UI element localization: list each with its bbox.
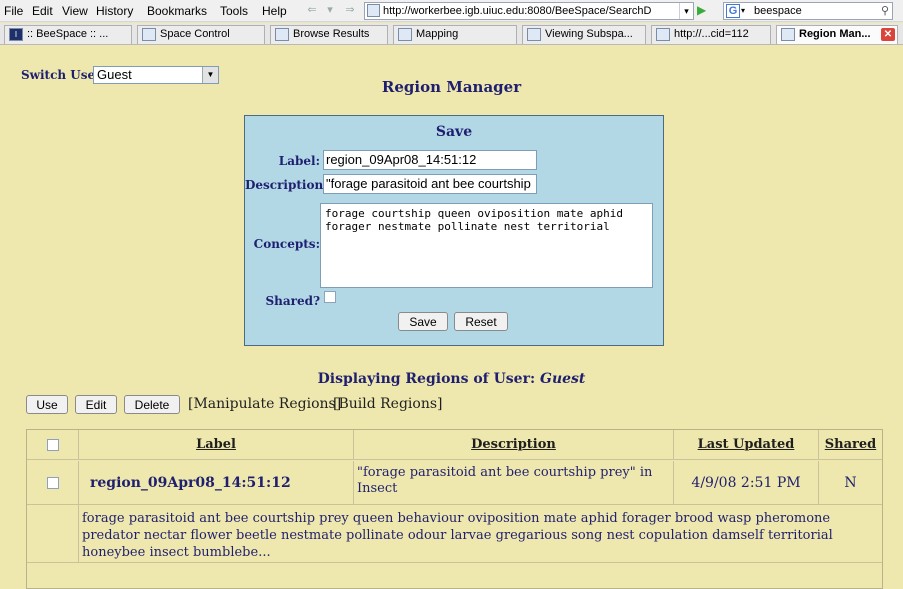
- header-label[interactable]: Label: [79, 430, 354, 460]
- regions-heading-text: Displaying Regions of User:: [317, 371, 536, 387]
- menu-help[interactable]: Help: [262, 4, 287, 18]
- menu-view[interactable]: View: [62, 4, 88, 18]
- search-input[interactable]: beespace: [754, 3, 802, 19]
- concepts-row-spacer: [27, 505, 79, 563]
- tab-space-control[interactable]: Space Control: [137, 25, 265, 44]
- delete-button[interactable]: Delete: [124, 395, 180, 414]
- close-tab-icon[interactable]: ✕: [881, 28, 895, 41]
- header-last-updated[interactable]: Last Updated: [674, 430, 819, 460]
- page-content: Switch User: Guest ▼ Region Manager Save…: [0, 46, 903, 589]
- browser-menubar: File Edit View History Bookmarks Tools H…: [0, 0, 903, 22]
- tab-label: Space Control: [160, 28, 230, 40]
- tab-cid[interactable]: http://...cid=112: [651, 25, 771, 44]
- page-favicon-icon: [367, 4, 380, 17]
- tab-label: Mapping: [416, 28, 459, 40]
- shared-field-label: Shared?: [265, 294, 320, 308]
- regions-user-name: Guest: [540, 371, 586, 387]
- google-icon[interactable]: G: [726, 4, 740, 18]
- edit-button[interactable]: Edit: [75, 395, 117, 414]
- page-title: Region Manager: [381, 78, 522, 96]
- build-regions-link[interactable]: [Build Regions]: [333, 396, 443, 412]
- go-icon[interactable]: ▶: [697, 3, 711, 17]
- header-description[interactable]: Description: [354, 430, 674, 460]
- save-panel-title: Save: [435, 124, 473, 140]
- page-icon: [142, 28, 156, 41]
- row-description: "forage parasitoid ant bee courtship pre…: [354, 461, 674, 505]
- url-bar[interactable]: http://workerbee.igb.uiuc.edu:8080/BeeSp…: [364, 2, 694, 20]
- menu-file[interactable]: File: [4, 4, 23, 18]
- page-icon: [656, 28, 670, 41]
- beespace-logo-icon: I: [9, 28, 23, 41]
- menu-tools[interactable]: Tools: [220, 4, 248, 18]
- row-checkbox[interactable]: [47, 477, 59, 489]
- menu-edit[interactable]: Edit: [32, 4, 53, 18]
- row-label: region_09Apr08_14:51:12: [79, 461, 354, 505]
- search-bar[interactable]: G ▾ beespace ⚲: [723, 2, 893, 20]
- reset-button[interactable]: Reset: [454, 312, 508, 331]
- regions-heading: Displaying Regions of User: Guest: [0, 371, 903, 387]
- use-button[interactable]: Use: [26, 395, 68, 414]
- header-select-cell: [27, 430, 79, 460]
- save-panel: Save Label: region_09Apr08_14:51:12 Desc…: [244, 115, 664, 346]
- search-engine-dropdown-icon[interactable]: ▾: [741, 3, 745, 19]
- regions-table: Label Description Last Updated Shared re…: [26, 429, 883, 589]
- row-last-updated: 4/9/08 2:51 PM: [674, 461, 819, 505]
- tab-browse-results[interactable]: Browse Results: [270, 25, 388, 44]
- page-icon: [275, 28, 289, 41]
- tab-label: Viewing Subspa...: [545, 28, 633, 40]
- search-icon[interactable]: ⚲: [881, 3, 889, 19]
- shared-checkbox[interactable]: [324, 291, 336, 303]
- description-field[interactable]: "forage parasitoid ant bee courtship: [323, 174, 537, 194]
- select-all-checkbox[interactable]: [47, 439, 59, 451]
- page-icon: [398, 28, 412, 41]
- tab-mapping[interactable]: Mapping: [393, 25, 517, 44]
- tab-label: Browse Results: [293, 28, 370, 40]
- manipulate-regions-link[interactable]: [Manipulate Regions]: [188, 396, 341, 412]
- description-field-label: Description:: [245, 178, 328, 192]
- label-field[interactable]: region_09Apr08_14:51:12: [323, 150, 537, 170]
- menu-bookmarks[interactable]: Bookmarks: [147, 4, 207, 18]
- tab-beespace[interactable]: I :: BeeSpace :: ...: [4, 25, 132, 44]
- url-text: http://workerbee.igb.uiuc.edu:8080/BeeSp…: [383, 5, 652, 17]
- row-shared: N: [819, 461, 882, 505]
- row-select-cell: [27, 461, 79, 505]
- concepts-textarea[interactable]: forage courtship queen oviposition mate …: [320, 203, 653, 288]
- forward-icon[interactable]: ⇒: [343, 3, 357, 17]
- row-concepts: forage parasitoid ant bee courtship prey…: [79, 505, 882, 563]
- save-button[interactable]: Save: [398, 312, 448, 331]
- concepts-field-label: Concepts:: [253, 237, 320, 251]
- back-dropdown-icon[interactable]: ▾: [323, 3, 337, 17]
- url-dropdown-icon[interactable]: ▾: [679, 3, 693, 19]
- tab-label: :: BeeSpace :: ...: [27, 28, 109, 40]
- tab-region-manager[interactable]: Region Man... ✕: [776, 25, 898, 44]
- back-icon[interactable]: ⇐: [305, 3, 319, 17]
- tab-label: http://...cid=112: [674, 28, 749, 40]
- page-icon: [527, 28, 541, 41]
- page-icon: [781, 28, 795, 41]
- browser-tabbar: I :: BeeSpace :: ... Space Control Brows…: [0, 23, 903, 45]
- tab-viewing-subspace[interactable]: Viewing Subspa...: [522, 25, 646, 44]
- menu-history[interactable]: History: [96, 4, 133, 18]
- header-shared[interactable]: Shared: [819, 430, 882, 460]
- tab-label: Region Man...: [799, 28, 871, 40]
- label-field-label: Label:: [278, 154, 320, 168]
